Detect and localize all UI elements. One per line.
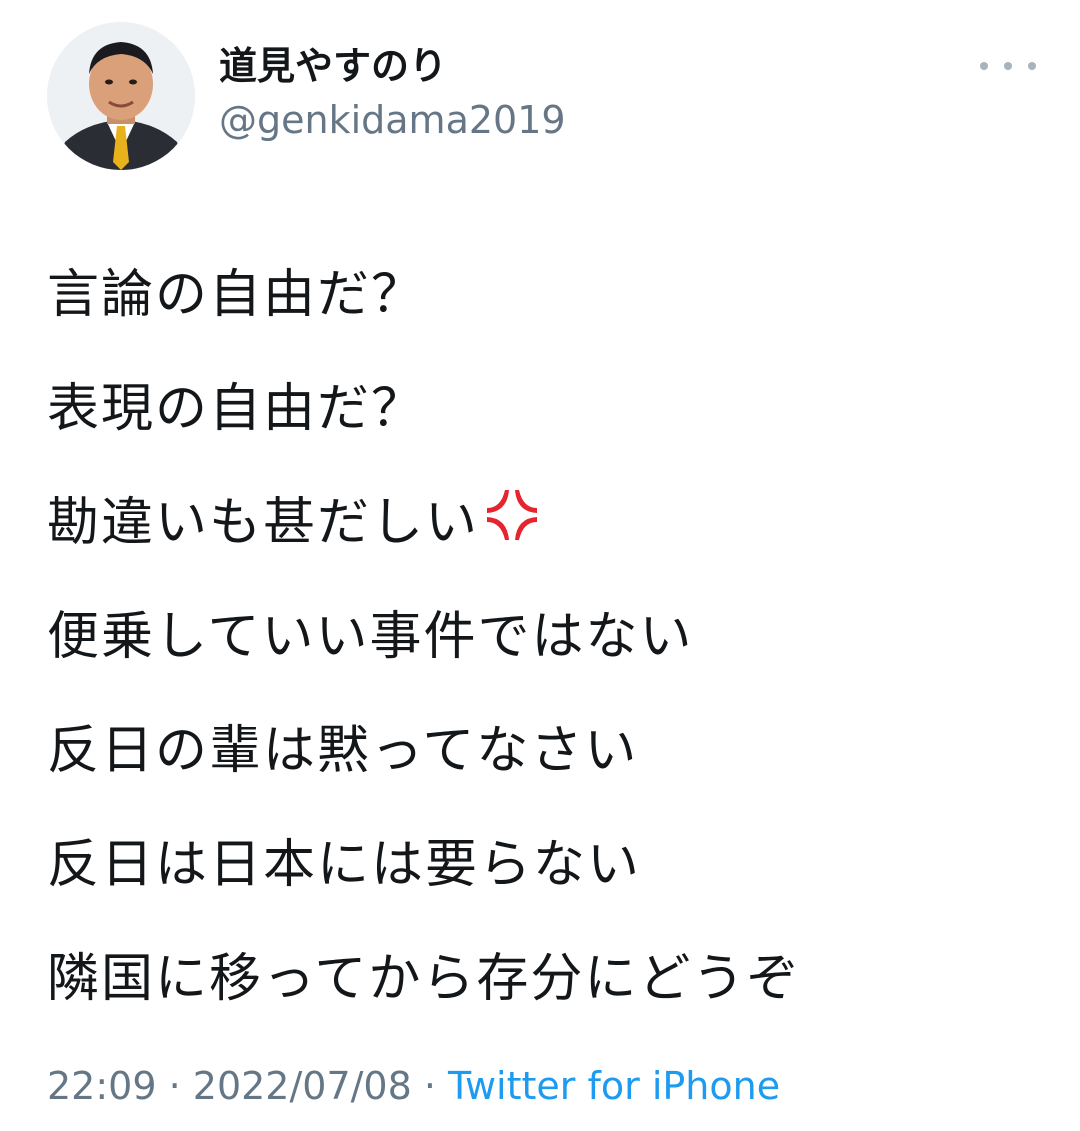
tweet-line: 反日の輩は黙ってなさい bbox=[47, 721, 639, 781]
anger-symbol-icon bbox=[483, 470, 541, 540]
avatar-photo bbox=[47, 22, 195, 170]
tweet-meta: 22:09 · 2022/07/08 · Twitter for iPhone bbox=[47, 1062, 780, 1110]
more-dot bbox=[1028, 62, 1036, 70]
user-handle[interactable]: @genkidama2019 bbox=[219, 96, 566, 144]
more-dot bbox=[1004, 62, 1012, 70]
tweet-line: 便乗していい事件ではない bbox=[47, 607, 694, 667]
more-dot bbox=[980, 62, 988, 70]
tweet-line: 表現の自由だ？ bbox=[47, 379, 426, 439]
tweet-line: 反日は日本には要らない bbox=[47, 835, 642, 895]
display-name[interactable]: 道見やすのり bbox=[219, 42, 447, 90]
meta-separator: · bbox=[156, 1064, 193, 1108]
meta-separator: · bbox=[411, 1064, 449, 1108]
more-options-icon[interactable] bbox=[980, 52, 1036, 80]
tweet-line: 勘違いも甚だしい bbox=[47, 493, 480, 553]
tweet-text: 言論の自由だ？ 表現の自由だ？ 勘違いも甚だしい 便乗していい事件ではない 反日… bbox=[47, 238, 1037, 1036]
tweet-card: 道見やすのり @genkidama2019 言論の自由だ？ 表現の自由だ？ 勘違… bbox=[0, 0, 1080, 1131]
tweet-time: 22:09 bbox=[47, 1064, 157, 1108]
tweet-line-with-emoji: 勘違いも甚だしい bbox=[47, 466, 1037, 580]
tweet-date: 2022/07/08 bbox=[192, 1064, 412, 1108]
tweet-line: 隣国に移ってから存分にどうぞ bbox=[47, 949, 801, 1009]
tweet-line: 言論の自由だ？ bbox=[47, 265, 426, 325]
avatar[interactable] bbox=[47, 22, 195, 170]
tweet-source-link[interactable]: Twitter for iPhone bbox=[448, 1064, 780, 1108]
